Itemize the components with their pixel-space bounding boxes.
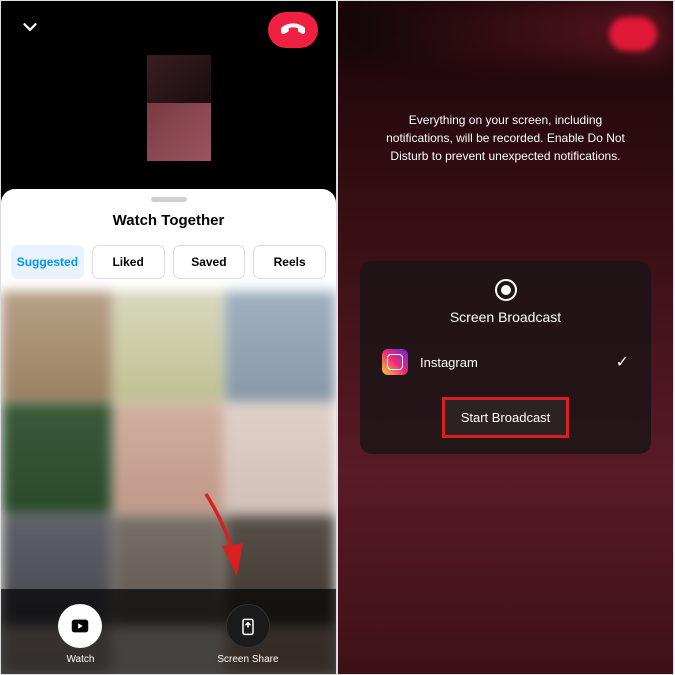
media-thumb[interactable] (1, 291, 112, 402)
tab-suggested[interactable]: Suggested (11, 245, 84, 279)
modal-title: Screen Broadcast (376, 309, 635, 325)
tab-saved[interactable]: Saved (173, 245, 246, 279)
top-bar (1, 1, 336, 59)
watch-button[interactable]: Watch (58, 604, 102, 665)
tab-reels[interactable]: Reels (253, 245, 326, 279)
media-thumb[interactable] (113, 403, 224, 514)
right-screenshot: Everything on your screen, including not… (337, 0, 674, 675)
media-thumb[interactable] (225, 403, 336, 514)
record-icon (376, 279, 635, 301)
hangup-button-blur (609, 17, 657, 51)
sheet-title: Watch Together (1, 212, 336, 229)
hangup-button[interactable] (268, 12, 318, 48)
checkmark-icon: ✓ (616, 352, 629, 372)
screen-share-button[interactable]: Screen Share (217, 604, 278, 665)
tab-liked[interactable]: Liked (92, 245, 165, 279)
media-thumb[interactable] (113, 291, 224, 402)
left-screenshot: Watch Together Suggested Liked Saved Ree… (0, 0, 337, 675)
media-thumb[interactable] (225, 291, 336, 402)
broadcast-disclaimer: Everything on your screen, including not… (338, 111, 673, 165)
bottom-bar: Watch Screen Share (1, 589, 336, 674)
media-thumb[interactable] (1, 403, 112, 514)
play-icon (58, 604, 102, 648)
watch-label: Watch (66, 654, 94, 665)
tab-row: Suggested Liked Saved Reels (1, 245, 336, 279)
screen-share-label: Screen Share (217, 654, 278, 665)
instagram-icon (382, 349, 408, 375)
app-name-label: Instagram (420, 355, 604, 370)
app-row-instagram[interactable]: Instagram ✓ (376, 341, 635, 383)
screen-broadcast-modal: Screen Broadcast Instagram ✓ Start Broad… (360, 261, 651, 454)
screen-share-icon (226, 604, 270, 648)
self-video-tile (147, 103, 211, 161)
sheet-grabber[interactable] (151, 197, 187, 202)
start-broadcast-button[interactable]: Start Broadcast (442, 397, 570, 438)
chevron-down-icon[interactable] (19, 16, 41, 45)
remote-video-tile (147, 55, 211, 103)
